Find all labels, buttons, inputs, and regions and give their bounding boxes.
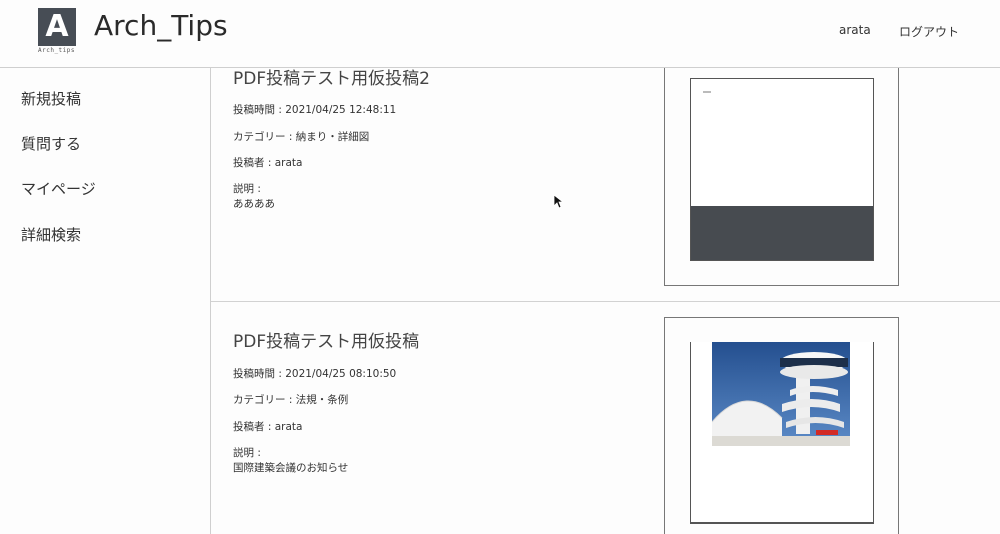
pdf-page-dark-band: [691, 206, 873, 260]
post-author: 投稿者 : arata: [233, 157, 303, 169]
post-time: 投稿時間 : 2021/04/25 08:10:50: [233, 368, 397, 380]
post-category: カテゴリー : 法規・条例: [233, 394, 349, 406]
logout-link[interactable]: ログアウト: [899, 23, 959, 40]
post-card: PDF投稿テスト用仮投稿2 投稿時間 : 2021/04/25 12:48:11…: [211, 68, 1000, 301]
post-category: カテゴリー : 納まり・詳細図: [233, 131, 370, 143]
pdf-thumbnail[interactable]: [664, 317, 899, 534]
logo-subtitle: Arch_tips: [38, 47, 76, 54]
sidebar: 新規投稿 質問する マイページ 詳細検索: [0, 68, 211, 534]
post-list: PDF投稿テスト用仮投稿2 投稿時間 : 2021/04/25 12:48:11…: [211, 68, 1000, 534]
sidebar-item-mypage[interactable]: マイページ: [21, 178, 96, 199]
site-title[interactable]: Arch_Tips: [94, 9, 228, 42]
post-card: PDF投稿テスト用仮投稿 投稿時間 : 2021/04/25 08:10:50 …: [211, 302, 1000, 534]
user-link[interactable]: arata: [839, 23, 871, 37]
post-title[interactable]: PDF投稿テスト用仮投稿2: [233, 68, 430, 89]
sidebar-item-ask-question[interactable]: 質問する: [21, 133, 81, 154]
logo-icon[interactable]: A: [38, 8, 76, 46]
pdf-thumbnail[interactable]: [664, 68, 899, 286]
post-time: 投稿時間 : 2021/04/25 12:48:11: [233, 104, 397, 116]
sidebar-item-new-post[interactable]: 新規投稿: [21, 88, 81, 109]
post-description-label: 説明 :: [233, 183, 261, 195]
post-title[interactable]: PDF投稿テスト用仮投稿: [233, 327, 419, 352]
architecture-photo: [712, 342, 850, 446]
pdf-page: [690, 342, 874, 524]
pdf-page-text-mark: [703, 91, 711, 93]
post-description: 国際建築会議のお知らせ: [233, 462, 349, 474]
post-author: 投稿者 : arata: [233, 421, 303, 433]
post-description: ああああ: [233, 198, 275, 210]
mouse-cursor-icon: [554, 195, 564, 209]
sidebar-item-advanced-search[interactable]: 詳細検索: [21, 224, 81, 245]
post-description-label: 説明 :: [233, 447, 261, 459]
header: A Arch_tips Arch_Tips arata ログアウト: [0, 0, 1000, 68]
pdf-page: [690, 78, 874, 261]
